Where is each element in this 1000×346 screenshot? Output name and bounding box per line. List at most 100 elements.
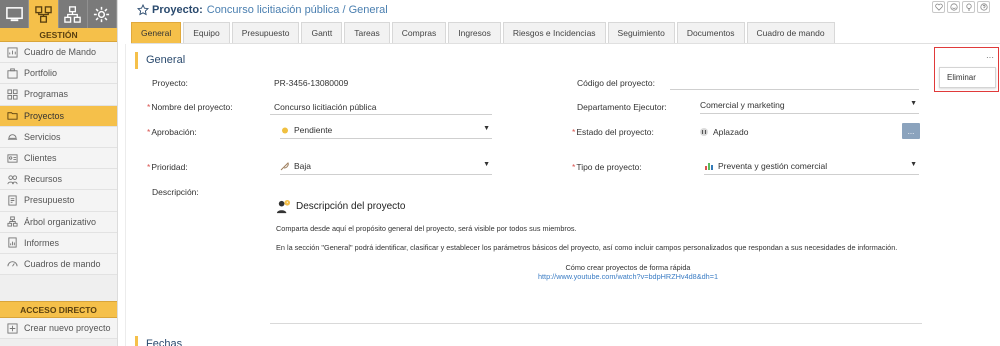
sidebar-item-label: Recursos — [24, 174, 63, 185]
tabs-divider — [131, 43, 1000, 44]
description-divider — [270, 323, 922, 324]
nombre-field-underline — [270, 114, 492, 115]
person-info-icon — [276, 199, 291, 214]
required-mark: * — [572, 162, 576, 172]
departamento-select[interactable]: Comercial y marketing ▼ — [700, 97, 919, 114]
sidebar-item-label: Crear nuevo proyecto — [24, 323, 111, 334]
help-icon[interactable] — [977, 1, 990, 13]
services-icon — [7, 131, 18, 142]
tab-general[interactable]: General — [131, 22, 182, 43]
section-title-general: General — [135, 52, 185, 69]
required-mark: * — [572, 127, 576, 137]
reports-icon — [7, 237, 18, 248]
tab-cuadro-de-mando[interactable]: Cuadro de mando — [746, 22, 835, 43]
aprobacion-value: Pendiente — [294, 125, 333, 135]
estado-label-text: Estado del proyecto: — [576, 127, 654, 137]
sidebar-item-portfolio[interactable]: Portfolio — [0, 63, 117, 85]
sidebar-item-arbol-organizativo[interactable]: Árbol organizativo — [0, 211, 117, 233]
description-title: Descripción del proyecto — [276, 199, 406, 214]
required-mark: * — [147, 127, 151, 137]
star-icon[interactable] — [137, 4, 149, 16]
video-link[interactable]: http://www.youtube.com/watch?v=bdpHRZHv4… — [478, 272, 778, 281]
tab-tareas[interactable]: Tareas — [344, 22, 390, 43]
prioridad-select[interactable]: Baja ▼ — [280, 158, 492, 175]
feather-icon — [280, 161, 290, 171]
sidebar-item-label: Presupuesto — [24, 195, 75, 206]
tab-presupuesto[interactable]: Presupuesto — [231, 22, 300, 43]
nombre-value[interactable]: Concurso licitiación pública — [274, 102, 377, 112]
breadcrumb-prefix: Proyecto: — [152, 4, 203, 16]
sidebar-item-programas[interactable]: Programas — [0, 84, 117, 106]
more-options-button[interactable]: ··· — [983, 52, 997, 62]
sidebar-item-recursos[interactable]: Recursos — [0, 169, 117, 191]
sidebar-item-cuadros-de-mando[interactable]: Cuadros de mando — [0, 253, 117, 276]
sidebar-gap — [0, 275, 117, 298]
resources-icon — [7, 174, 18, 185]
lightbulb-icon[interactable] — [962, 1, 975, 13]
sidebar-item-informes[interactable]: Informes — [0, 232, 117, 254]
sidebar-item-label: Clientes — [24, 153, 57, 164]
tab-ingresos[interactable]: Ingresos — [448, 22, 501, 43]
sidebar-item-clientes[interactable]: Clientes — [0, 147, 117, 170]
gestion-section-title: GESTIÓN — [0, 28, 117, 42]
top-icons — [932, 1, 990, 13]
breadcrumb-project-name[interactable]: Concurso licitiación pública / General — [207, 4, 388, 16]
tab-riesgos-e-incidencias[interactable]: Riesgos e Incidencias — [502, 22, 606, 43]
aprobacion-label: *Aprobación: — [147, 127, 197, 137]
sidebar-item-cuadro-de-mando[interactable]: Cuadro de Mando — [0, 42, 117, 64]
gear-icon[interactable] — [88, 0, 117, 28]
tipo-select[interactable]: Preventa y gestión comercial ▼ — [704, 158, 919, 175]
smiley-icon[interactable] — [947, 1, 960, 13]
prioridad-label-text: Prioridad: — [151, 162, 188, 172]
codigo-label: Código del proyecto: — [577, 78, 655, 88]
tree-icon — [7, 216, 18, 227]
aprobacion-select[interactable]: Pendiente ▼ — [280, 122, 492, 139]
estado-value-wrap: Aplazado — [699, 127, 748, 137]
departamento-label: Departamento Ejecutor: — [577, 102, 667, 112]
portfolio-icon — [7, 68, 18, 79]
tab-documentos[interactable]: Documentos — [676, 22, 745, 43]
tab-seguimiento[interactable]: Seguimiento — [607, 22, 675, 43]
estado-label: *Estado del proyecto: — [572, 127, 654, 137]
bar-chart-icon — [704, 161, 714, 171]
required-mark: * — [147, 162, 151, 172]
sidebar-item-servicios[interactable]: Servicios — [0, 126, 117, 148]
sidebar-item-presupuesto[interactable]: Presupuesto — [0, 190, 117, 212]
sidebar-item-label: Portfolio — [24, 68, 58, 79]
pending-dot-icon — [280, 125, 290, 135]
module-switcher — [0, 0, 117, 28]
proyecto-value: PR-3456-13080009 — [274, 78, 349, 88]
monitor-icon[interactable] — [0, 0, 30, 28]
sidebar-item-proyectos[interactable]: Proyectos — [0, 105, 117, 127]
section-title-fechas: Fechas — [135, 336, 182, 346]
sidebar: GESTIÓN Cuadro de Mando Portfolio Progra… — [0, 0, 118, 346]
acceso-directo-title: ACCESO DIRECTO — [0, 301, 117, 319]
sidebar-item-label: Árbol organizativo — [24, 216, 97, 227]
tipo-value: Preventa y gestión comercial — [718, 161, 828, 171]
codigo-field[interactable] — [670, 89, 919, 90]
clients-icon — [7, 153, 18, 164]
video-caption: Cómo crear proyectos de forma rápida — [565, 263, 691, 272]
org-chart-icon[interactable] — [59, 0, 88, 28]
budget-icon — [7, 195, 18, 206]
aprobacion-label-text: Aprobación: — [151, 127, 197, 137]
proyecto-label: Proyecto: — [152, 78, 188, 88]
sidebar-item-label: Servicios — [24, 131, 61, 142]
estado-value: Aplazado — [713, 127, 749, 137]
prioridad-label: *Prioridad: — [147, 162, 188, 172]
hierarchy-icon[interactable] — [29, 0, 59, 28]
tab-compras[interactable]: Compras — [391, 22, 447, 43]
tab-equipo[interactable]: Equipo — [183, 22, 230, 43]
tab-gantt[interactable]: Gantt — [301, 22, 343, 43]
sidebar-item-crear-nuevo-proyecto[interactable]: Crear nuevo proyecto — [0, 318, 117, 340]
menu-item-eliminar[interactable]: Eliminar — [939, 67, 996, 88]
prioridad-value: Baja — [294, 161, 312, 171]
descripcion-label: Descripción: — [152, 187, 199, 197]
estado-edit-button[interactable]: ... — [902, 123, 920, 139]
sidebar-item-label: Cuadro de Mando — [24, 47, 97, 58]
heart-icon[interactable] — [932, 1, 945, 13]
tab-bar: General Equipo Presupuesto Gantt Tareas … — [131, 22, 837, 43]
chevron-down-icon: ▼ — [483, 125, 490, 132]
chevron-down-icon: ▼ — [483, 161, 490, 168]
paused-icon — [699, 127, 709, 137]
